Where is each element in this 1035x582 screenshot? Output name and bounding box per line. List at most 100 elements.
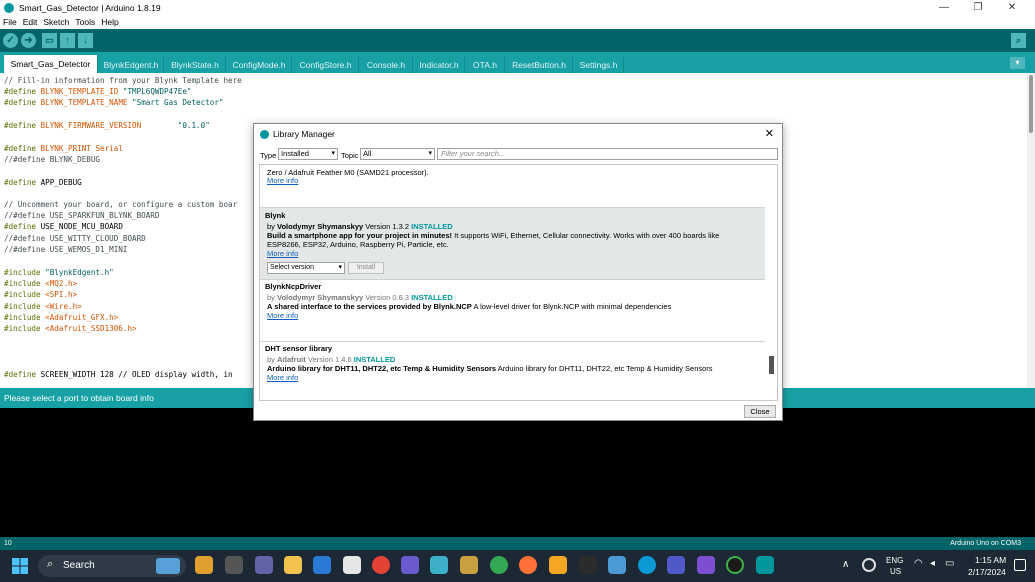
library-list-scrollbar[interactable] [768,165,775,400]
maximize-button[interactable]: ❐ [961,0,995,15]
footer-bar: 10 Arduino Uno on COM3 [0,537,1035,550]
chrome-icon[interactable] [490,556,508,574]
language-code[interactable]: ENG [886,556,903,565]
list-item[interactable]: DHT sensor library by Adafruit Version 1… [260,342,765,400]
firefox-icon[interactable] [519,556,537,574]
type-select[interactable]: Installed ▾ [278,148,338,160]
select-version-dropdown[interactable]: Select version ▾ [267,262,345,274]
search-highlight-icon [156,558,180,574]
upload-button[interactable]: ➜ [21,33,36,48]
code-line: #define USE_NODE_MCU_BOARD [4,222,123,231]
volume-icon[interactable]: ◂ [930,558,935,569]
list-item[interactable]: Zero / Adafruit Feather M0 (SAMD21 proce… [260,165,765,208]
editor-scrollbar[interactable] [1027,73,1035,388]
tab-indicator[interactable]: Indicator.h [414,57,465,73]
sublime-icon[interactable] [549,556,567,574]
tab-settings[interactable]: Settings.h [574,57,624,73]
tab-configstore[interactable]: ConfigStore.h [293,57,359,73]
notification-icon[interactable] [1014,559,1026,571]
menu-sketch[interactable]: Sketch [43,17,69,27]
tab-smart-gas-detector[interactable]: Smart_Gas_Detector [4,55,98,73]
visual-studio-icon[interactable] [697,556,715,574]
app-icon[interactable] [343,556,361,574]
battery-icon[interactable]: ▭ [945,558,954,569]
title-bar: Smart_Gas_Detector | Arduino 1.8.19 — ❐ … [0,0,1035,15]
code-line: #include <Adafruit_SSD1306.h> [4,324,137,333]
nvidia-icon[interactable] [579,556,597,574]
code-line: // Uncomment your board, or configure a … [4,200,238,209]
type-label: Type [260,151,277,160]
mail-icon[interactable] [313,556,331,574]
teams-icon[interactable] [255,556,273,574]
tab-resetbutton[interactable]: ResetButton.h [506,57,573,73]
tab-configmode[interactable]: ConfigMode.h [227,57,292,73]
editor-scroll-thumb[interactable] [1029,75,1033,133]
app-icon[interactable] [608,556,626,574]
widgets-icon[interactable] [195,556,213,574]
library-name: BlynkNcpDriver [265,282,322,291]
minimize-button[interactable]: — [927,0,961,15]
new-sketch-button[interactable]: ▭ [42,33,57,48]
search-label: Search [63,560,95,571]
open-sketch-button[interactable]: ↑ [60,33,75,48]
wifi-icon[interactable]: ◠ [914,558,923,569]
teams-icon[interactable] [667,556,685,574]
chrome-icon[interactable] [372,556,390,574]
windows-start-icon[interactable] [12,558,28,574]
close-button[interactable]: Close [744,405,776,418]
topic-select[interactable]: All ▾ [360,148,435,160]
close-icon[interactable]: ✕ [765,127,774,140]
code-line: #include "BlynkEdgent.h" [4,268,114,277]
save-sketch-button[interactable]: ↓ [78,33,93,48]
menu-help[interactable]: Help [101,17,118,27]
clock-time[interactable]: 1:15 AM [975,555,1006,565]
tab-blynkedgent[interactable]: BlynkEdgent.h [99,57,164,73]
clock-date[interactable]: 2/17/2024 [968,567,1006,577]
tab-ota[interactable]: OTA.h [466,57,505,73]
taskbar-search-box[interactable]: ⌕ Search [38,555,186,577]
windows-taskbar: ⌕ Search ∧ ENG US ◠ ◂ ▭ 1:15 AM 2/17/202… [0,550,1035,582]
more-info-link[interactable]: More info [267,249,298,258]
install-button[interactable]: Install [348,262,384,274]
library-name: DHT sensor library [265,344,333,353]
tab-menu-button[interactable]: ▾ [1010,57,1025,69]
window-title: Smart_Gas_Detector | Arduino 1.8.19 [19,2,161,13]
library-list-scroll-thumb[interactable] [769,356,774,374]
tray-overflow-icon[interactable]: ∧ [842,559,849,570]
code-line: #include <MQ2.h> [4,279,78,288]
line-number: 10 [4,540,12,547]
code-line: #define BLYNK_TEMPLATE_ID "TMPL6QWDP47Ee… [4,87,192,96]
menu-bar: File Edit Sketch Tools Help [0,15,1035,29]
sync-icon[interactable] [862,558,876,572]
serial-monitor-button[interactable]: ⌕ [1011,33,1026,48]
verify-button[interactable]: ✓ [3,33,18,48]
edge-icon[interactable] [638,556,656,574]
task-view-icon[interactable] [225,556,243,574]
arduino-taskbar-icon[interactable] [756,556,774,574]
code-line: #define BLYNK_TEMPLATE_NAME "Smart Gas D… [4,98,224,107]
menu-edit[interactable]: Edit [23,17,38,27]
tab-console[interactable]: Console.h [360,57,413,73]
list-item[interactable]: BlynkNcpDriver by Volodymyr Shymanskyy V… [260,280,765,342]
library-list: Zero / Adafruit Feather M0 (SAMD21 proce… [259,164,778,401]
app-icon[interactable] [726,556,744,574]
list-item[interactable]: Blynk by Volodymyr Shymanskyy Version 1.… [260,208,765,280]
code-line: #define SCREEN_WIDTH 128 // OLED display… [4,370,233,379]
menu-file[interactable]: File [3,17,17,27]
more-info-link[interactable]: More info [267,311,298,320]
app-icon[interactable] [460,556,478,574]
more-info-link[interactable]: More info [267,176,298,185]
app-icon[interactable] [401,556,419,574]
code-line: // Fill-in information from your Blynk T… [4,76,242,85]
close-window-button[interactable]: ✕ [995,0,1029,15]
arduino-logo-icon [4,2,14,13]
file-explorer-icon[interactable] [284,556,302,574]
tab-bar: Smart_Gas_Detector BlynkEdgent.h BlynkSt… [0,52,1035,73]
region-code[interactable]: US [890,567,901,576]
tab-blynkstate[interactable]: BlynkState.h [165,57,226,73]
menu-tools[interactable]: Tools [75,17,95,27]
more-info-link[interactable]: More info [267,373,298,382]
code-line: #define APP_DEBUG [4,178,82,187]
filter-search-input[interactable]: Filter your search... [437,148,778,160]
app-icon[interactable] [430,556,448,574]
